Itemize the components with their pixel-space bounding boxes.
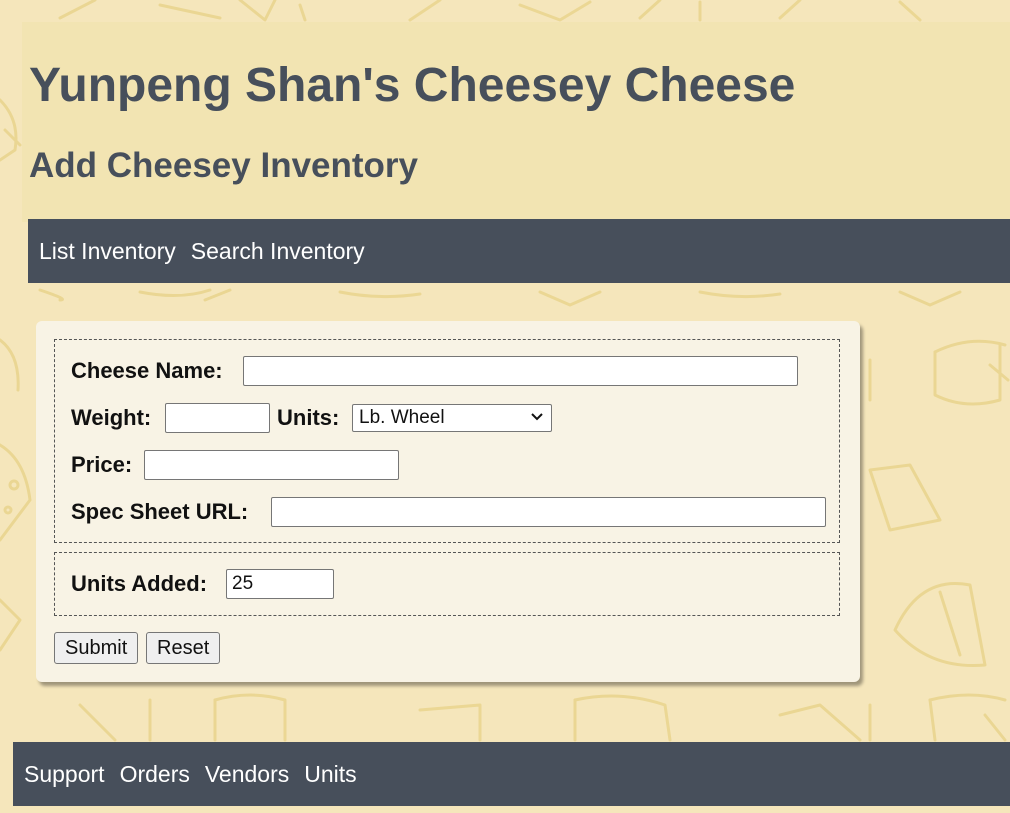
- price-input[interactable]: [144, 450, 399, 480]
- reset-button[interactable]: Reset: [146, 632, 221, 664]
- units-label: Units:: [277, 405, 340, 430]
- chevron-down-icon: [531, 413, 543, 421]
- units-added-input[interactable]: [226, 569, 334, 599]
- footer-link-orders[interactable]: Orders: [120, 761, 190, 788]
- weight-label: Weight:: [71, 405, 152, 430]
- units-select[interactable]: Lb. Wheel: [352, 404, 552, 432]
- nav-link-list-inventory[interactable]: List Inventory: [39, 238, 176, 265]
- units-select-value: Lb. Wheel: [359, 407, 445, 428]
- footer-navigation: Support Orders Vendors Units: [13, 742, 1010, 806]
- cheese-name-label: Cheese Name:: [71, 358, 223, 383]
- units-added-fieldset: Units Added:: [54, 552, 840, 616]
- add-inventory-form: Cheese Name: Weight: Units: Lb. Wheel Pr…: [36, 321, 860, 682]
- cheese-name-input[interactable]: [243, 356, 798, 386]
- site-title: Yunpeng Shan's Cheesey Cheese: [29, 59, 796, 112]
- price-label: Price:: [71, 452, 133, 477]
- header-panel: [22, 22, 1010, 222]
- spec-sheet-url-input[interactable]: [271, 497, 826, 527]
- spec-sheet-url-label: Spec Sheet URL:: [71, 499, 249, 524]
- footer-link-vendors[interactable]: Vendors: [205, 761, 289, 788]
- page-title: Add Cheesey Inventory: [29, 146, 418, 185]
- weight-input[interactable]: [165, 403, 270, 433]
- units-added-label: Units Added:: [71, 571, 208, 596]
- nav-link-search-inventory[interactable]: Search Inventory: [191, 238, 365, 265]
- top-navigation: List Inventory Search Inventory: [28, 219, 1010, 283]
- footer-link-support[interactable]: Support: [24, 761, 105, 788]
- footer-link-units[interactable]: Units: [304, 761, 356, 788]
- submit-button[interactable]: Submit: [54, 632, 139, 664]
- cheese-details-fieldset: Cheese Name: Weight: Units: Lb. Wheel Pr…: [54, 339, 840, 543]
